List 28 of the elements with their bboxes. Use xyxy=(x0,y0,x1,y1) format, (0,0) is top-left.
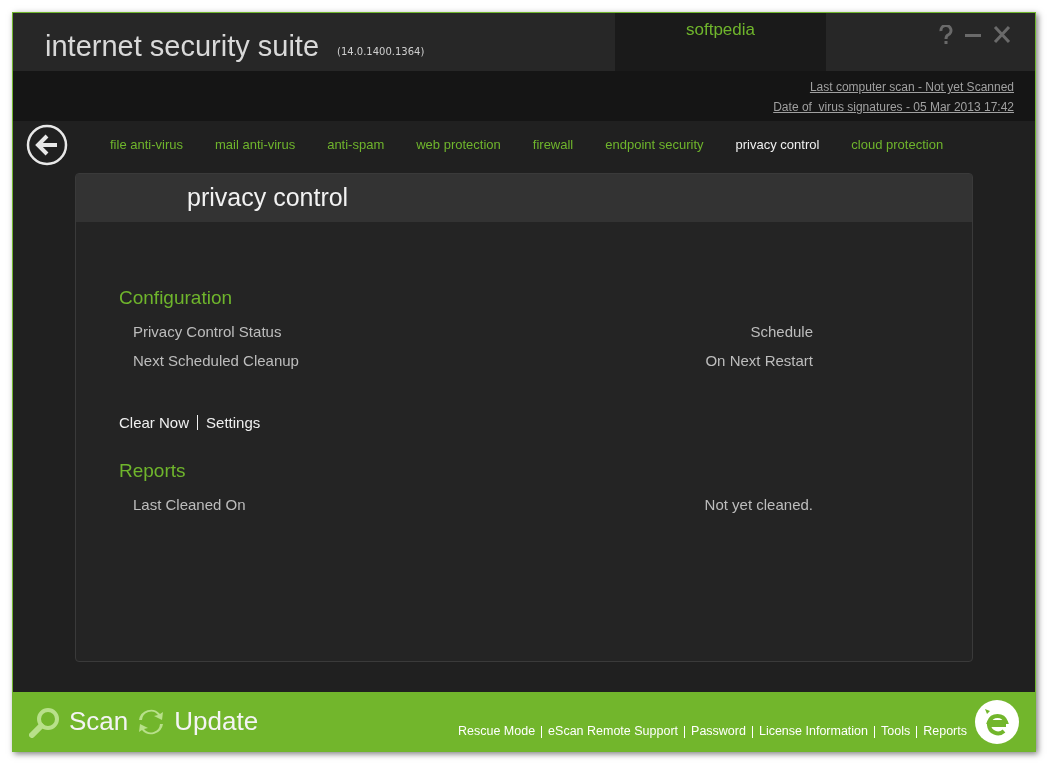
signatures-link[interactable]: Date of virus signatures - 05 Mar 2013 17:42 xyxy=(773,98,1014,116)
nav-tab[interactable]: endpoint security xyxy=(605,135,704,155)
window-title: internet security suite xyxy=(45,32,319,61)
setting-value: Schedule xyxy=(750,321,813,342)
close-icon[interactable] xyxy=(993,25,1011,45)
action-link[interactable]: Settings xyxy=(206,411,261,434)
last-scan-link[interactable]: Last computer scan - Not yet Scanned xyxy=(809,78,1014,96)
section-heading: Configuration xyxy=(119,286,234,310)
panel-title: privacy control xyxy=(187,182,349,214)
user-name: softpedia xyxy=(686,19,755,41)
setting-label: Next Scheduled Cleanup xyxy=(133,351,299,371)
section-heading: Reports xyxy=(119,459,187,483)
nav-tab[interactable]: file anti-virus xyxy=(110,135,183,155)
setting-label: Last Cleaned On xyxy=(133,494,246,515)
nav-tab[interactable]: web protection xyxy=(416,135,501,155)
nav-tab[interactable]: privacy control xyxy=(735,135,820,155)
search-icon xyxy=(29,705,61,738)
logo-icon xyxy=(975,699,1019,744)
nav-tab[interactable]: mail anti-virus xyxy=(214,135,296,155)
version-label: (14.0.1400.1364) xyxy=(337,45,425,59)
nav-tab[interactable]: anti-spam xyxy=(327,135,385,155)
setting-value: Not yet cleaned. xyxy=(704,494,813,515)
nav-tab[interactable]: cloud protection xyxy=(851,135,944,155)
nav-tab[interactable]: firewall xyxy=(532,135,574,155)
action-link[interactable]: Clear Now xyxy=(119,411,190,434)
setting-label: Privacy Control Status xyxy=(133,321,282,342)
setting-value: On Next Restart xyxy=(705,351,813,371)
help-icon[interactable] xyxy=(939,25,953,45)
